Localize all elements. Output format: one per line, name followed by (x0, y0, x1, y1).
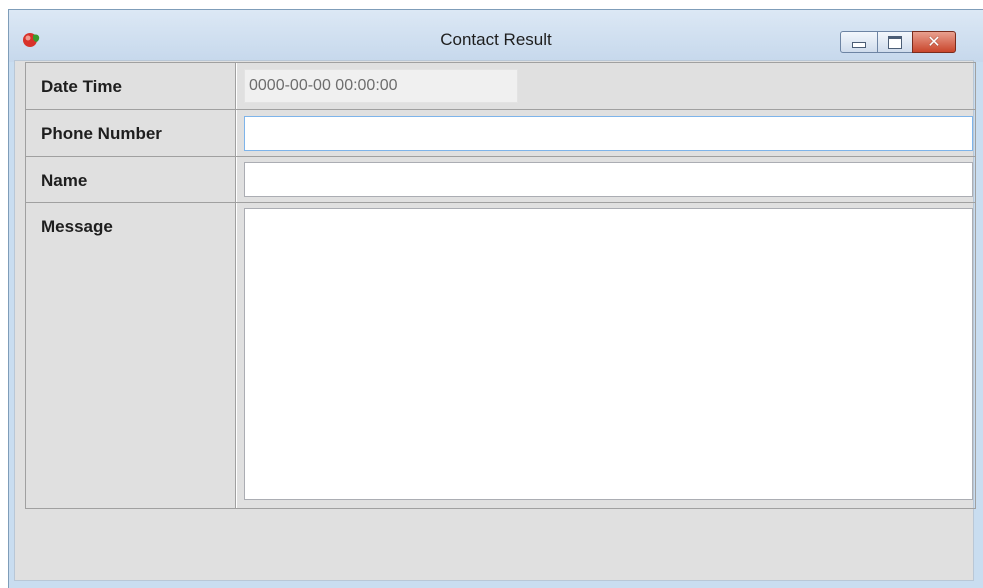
maximize-icon (888, 35, 902, 49)
message-row: Message (26, 203, 975, 508)
date-time-label: Date Time (41, 77, 122, 96)
title-bar[interactable]: Contact Result ✕ (9, 10, 983, 62)
window-title: Contact Result (440, 30, 552, 49)
phone-number-label: Phone Number (41, 124, 162, 143)
name-label: Name (41, 171, 88, 190)
minimize-button[interactable] (840, 31, 878, 53)
window-client-area: Date Time Phone Number Name Message (14, 60, 976, 581)
contact-result-window: Contact Result ✕ Date Time Phone Number … (8, 9, 983, 588)
message-label: Message (41, 217, 113, 236)
contact-form: Date Time Phone Number Name Message (25, 62, 976, 509)
name-input[interactable] (244, 162, 973, 197)
close-button[interactable]: ✕ (912, 31, 956, 53)
close-icon: ✕ (927, 32, 941, 51)
minimize-icon (852, 42, 866, 48)
phone-number-input[interactable] (244, 116, 973, 151)
date-time-row: Date Time (26, 63, 975, 110)
phone-number-row: Phone Number (26, 110, 975, 157)
message-textarea[interactable] (244, 208, 973, 500)
maximize-button[interactable] (877, 31, 913, 53)
date-time-field (244, 69, 518, 103)
name-row: Name (26, 157, 975, 203)
